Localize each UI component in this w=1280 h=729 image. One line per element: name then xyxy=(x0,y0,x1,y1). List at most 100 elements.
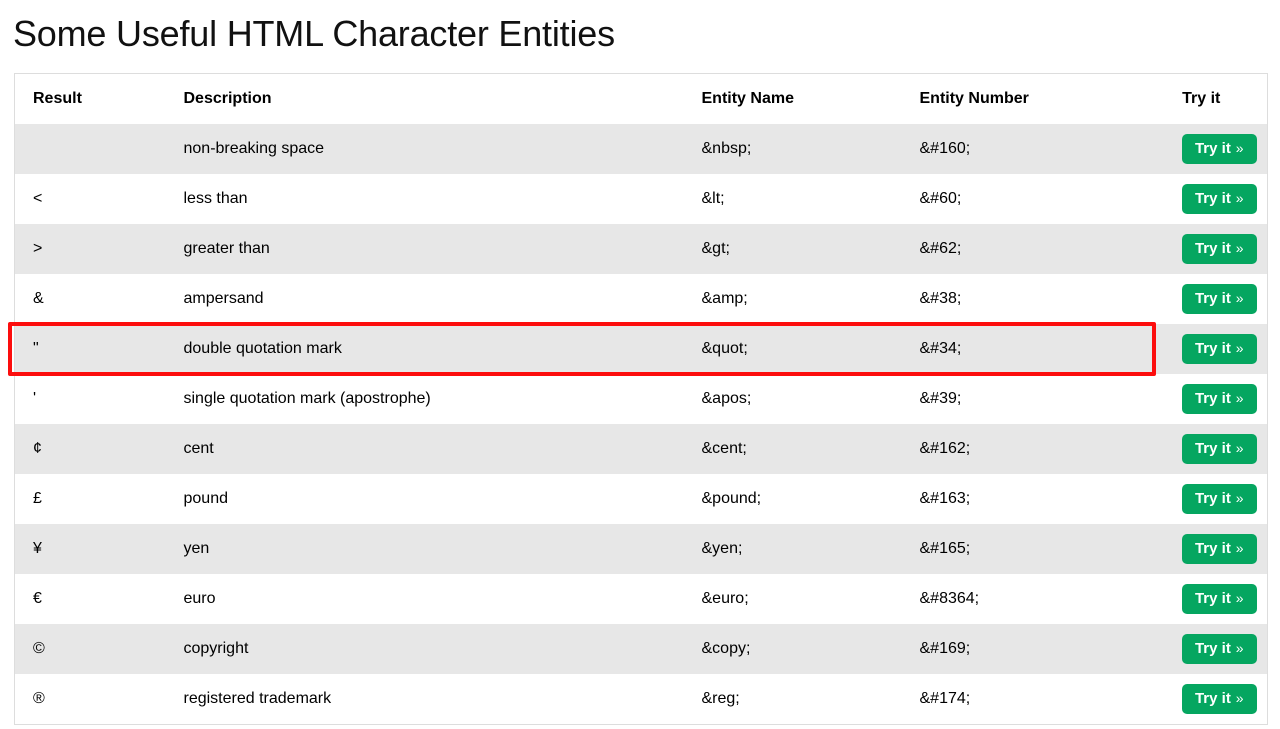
cell-description: less than xyxy=(166,174,684,224)
table-row: ¢cent&cent;&#162; Try it » xyxy=(15,424,1268,474)
cell-result: © xyxy=(15,624,166,674)
table-row: £pound&pound;&#163; Try it » xyxy=(15,474,1268,524)
cell-entity-number: &#39; xyxy=(902,374,1154,424)
try-it-button[interactable]: Try it » xyxy=(1182,484,1257,514)
cell-try-it: Try it » xyxy=(1154,674,1268,725)
table-row: &ampersand&amp;&#38;Try it » xyxy=(15,274,1268,324)
cell-try-it: Try it » xyxy=(1154,124,1268,174)
cell-result: < xyxy=(15,174,166,224)
cell-description: double quotation mark xyxy=(166,324,684,374)
cell-result: € xyxy=(15,574,166,624)
cell-entity-name: &yen; xyxy=(684,524,902,574)
try-it-button-label: Try it xyxy=(1195,190,1231,207)
try-it-button-label: Try it xyxy=(1195,540,1231,557)
cell-entity-name: &cent; xyxy=(684,424,902,474)
cell-description: ampersand xyxy=(166,274,684,324)
double-chevron-right-icon: » xyxy=(1232,290,1244,306)
cell-result: ¥ xyxy=(15,524,166,574)
cell-entity-name: &copy; xyxy=(684,624,902,674)
try-it-button-label: Try it xyxy=(1195,440,1231,457)
try-it-button[interactable]: Try it » xyxy=(1182,534,1257,564)
html-entities-table: Result Description Entity Name Entity Nu… xyxy=(14,73,1268,725)
double-chevron-right-icon: » xyxy=(1232,540,1244,556)
cell-entity-name: &reg; xyxy=(684,674,902,725)
cell-description: greater than xyxy=(166,224,684,274)
cell-entity-number: &#163; xyxy=(902,474,1154,524)
try-it-button[interactable]: Try it » xyxy=(1182,384,1257,414)
double-chevron-right-icon: » xyxy=(1232,640,1244,656)
cell-result: " xyxy=(15,324,166,374)
table-body: non-breaking space&nbsp;&#160;Try it »<l… xyxy=(15,124,1268,725)
table-row: ®registered trademark&reg;&#174; Try it » xyxy=(15,674,1268,725)
cell-description: pound xyxy=(166,474,684,524)
table-row: 'single quotation mark (apostrophe)&apos… xyxy=(15,374,1268,424)
try-it-button[interactable]: Try it » xyxy=(1182,584,1257,614)
table-row: ¥yen&yen;&#165; Try it » xyxy=(15,524,1268,574)
try-it-button-label: Try it xyxy=(1195,590,1231,607)
double-chevron-right-icon: » xyxy=(1232,590,1244,606)
cell-try-it: Try it » xyxy=(1154,474,1268,524)
cell-entity-name: &euro; xyxy=(684,574,902,624)
double-chevron-right-icon: » xyxy=(1232,190,1244,206)
cell-entity-number: &#8364; xyxy=(902,574,1154,624)
cell-description: copyright xyxy=(166,624,684,674)
double-chevron-right-icon: » xyxy=(1232,490,1244,506)
cell-result: ® xyxy=(15,674,166,725)
cell-result: £ xyxy=(15,474,166,524)
table-row: <less than&lt;&#60;Try it » xyxy=(15,174,1268,224)
try-it-button-label: Try it xyxy=(1195,240,1231,257)
try-it-button[interactable]: Try it » xyxy=(1182,634,1257,664)
table-row: ©copyright&copy;&#169; Try it » xyxy=(15,624,1268,674)
try-it-button[interactable]: Try it » xyxy=(1182,284,1257,314)
try-it-button[interactable]: Try it » xyxy=(1182,684,1257,714)
table-row: >greater than&gt;&#62; Try it » xyxy=(15,224,1268,274)
cell-entity-number: &#169; xyxy=(902,624,1154,674)
try-it-button[interactable]: Try it » xyxy=(1182,184,1257,214)
try-it-button[interactable]: Try it » xyxy=(1182,434,1257,464)
try-it-button-label: Try it xyxy=(1195,390,1231,407)
try-it-button-label: Try it xyxy=(1195,640,1231,657)
table-head: Result Description Entity Name Entity Nu… xyxy=(15,74,1268,125)
cell-entity-name: &quot; xyxy=(684,324,902,374)
cell-entity-name: &pound; xyxy=(684,474,902,524)
page-title: Some Useful HTML Character Entities xyxy=(0,0,1280,52)
cell-entity-number: &#60; xyxy=(902,174,1154,224)
cell-description: non-breaking space xyxy=(166,124,684,174)
double-chevron-right-icon: » xyxy=(1232,690,1244,706)
cell-result: ¢ xyxy=(15,424,166,474)
table-row: €euro&euro;&#8364; Try it » xyxy=(15,574,1268,624)
cell-try-it: Try it » xyxy=(1154,574,1268,624)
double-chevron-right-icon: » xyxy=(1232,140,1244,156)
cell-entity-number: &#38; xyxy=(902,274,1154,324)
cell-entity-name: &gt; xyxy=(684,224,902,274)
cell-result xyxy=(15,124,166,174)
cell-description: registered trademark xyxy=(166,674,684,725)
try-it-button[interactable]: Try it » xyxy=(1182,234,1257,264)
cell-description: euro xyxy=(166,574,684,624)
cell-description: yen xyxy=(166,524,684,574)
column-header-entity-number: Entity Number xyxy=(902,74,1154,125)
table-row: "double quotation mark&quot;&#34;Try it … xyxy=(15,324,1268,374)
try-it-button[interactable]: Try it » xyxy=(1182,334,1257,364)
try-it-button[interactable]: Try it » xyxy=(1182,134,1257,164)
cell-entity-name: &apos; xyxy=(684,374,902,424)
cell-result: & xyxy=(15,274,166,324)
cell-try-it: Try it » xyxy=(1154,524,1268,574)
cell-entity-number: &#162; xyxy=(902,424,1154,474)
cell-entity-number: &#165; xyxy=(902,524,1154,574)
cell-try-it: Try it » xyxy=(1154,174,1268,224)
double-chevron-right-icon: » xyxy=(1232,340,1244,356)
column-header-entity-name: Entity Name xyxy=(684,74,902,125)
cell-entity-number: &#62; xyxy=(902,224,1154,274)
try-it-button-label: Try it xyxy=(1195,290,1231,307)
column-header-description: Description xyxy=(166,74,684,125)
cell-try-it: Try it » xyxy=(1154,274,1268,324)
column-header-result: Result xyxy=(15,74,166,125)
entities-table-container: Result Description Entity Name Entity Nu… xyxy=(14,73,1267,725)
cell-entity-number: &#174; xyxy=(902,674,1154,725)
cell-description: cent xyxy=(166,424,684,474)
cell-try-it: Try it » xyxy=(1154,224,1268,274)
cell-entity-name: &nbsp; xyxy=(684,124,902,174)
cell-result: > xyxy=(15,224,166,274)
table-row: non-breaking space&nbsp;&#160;Try it » xyxy=(15,124,1268,174)
